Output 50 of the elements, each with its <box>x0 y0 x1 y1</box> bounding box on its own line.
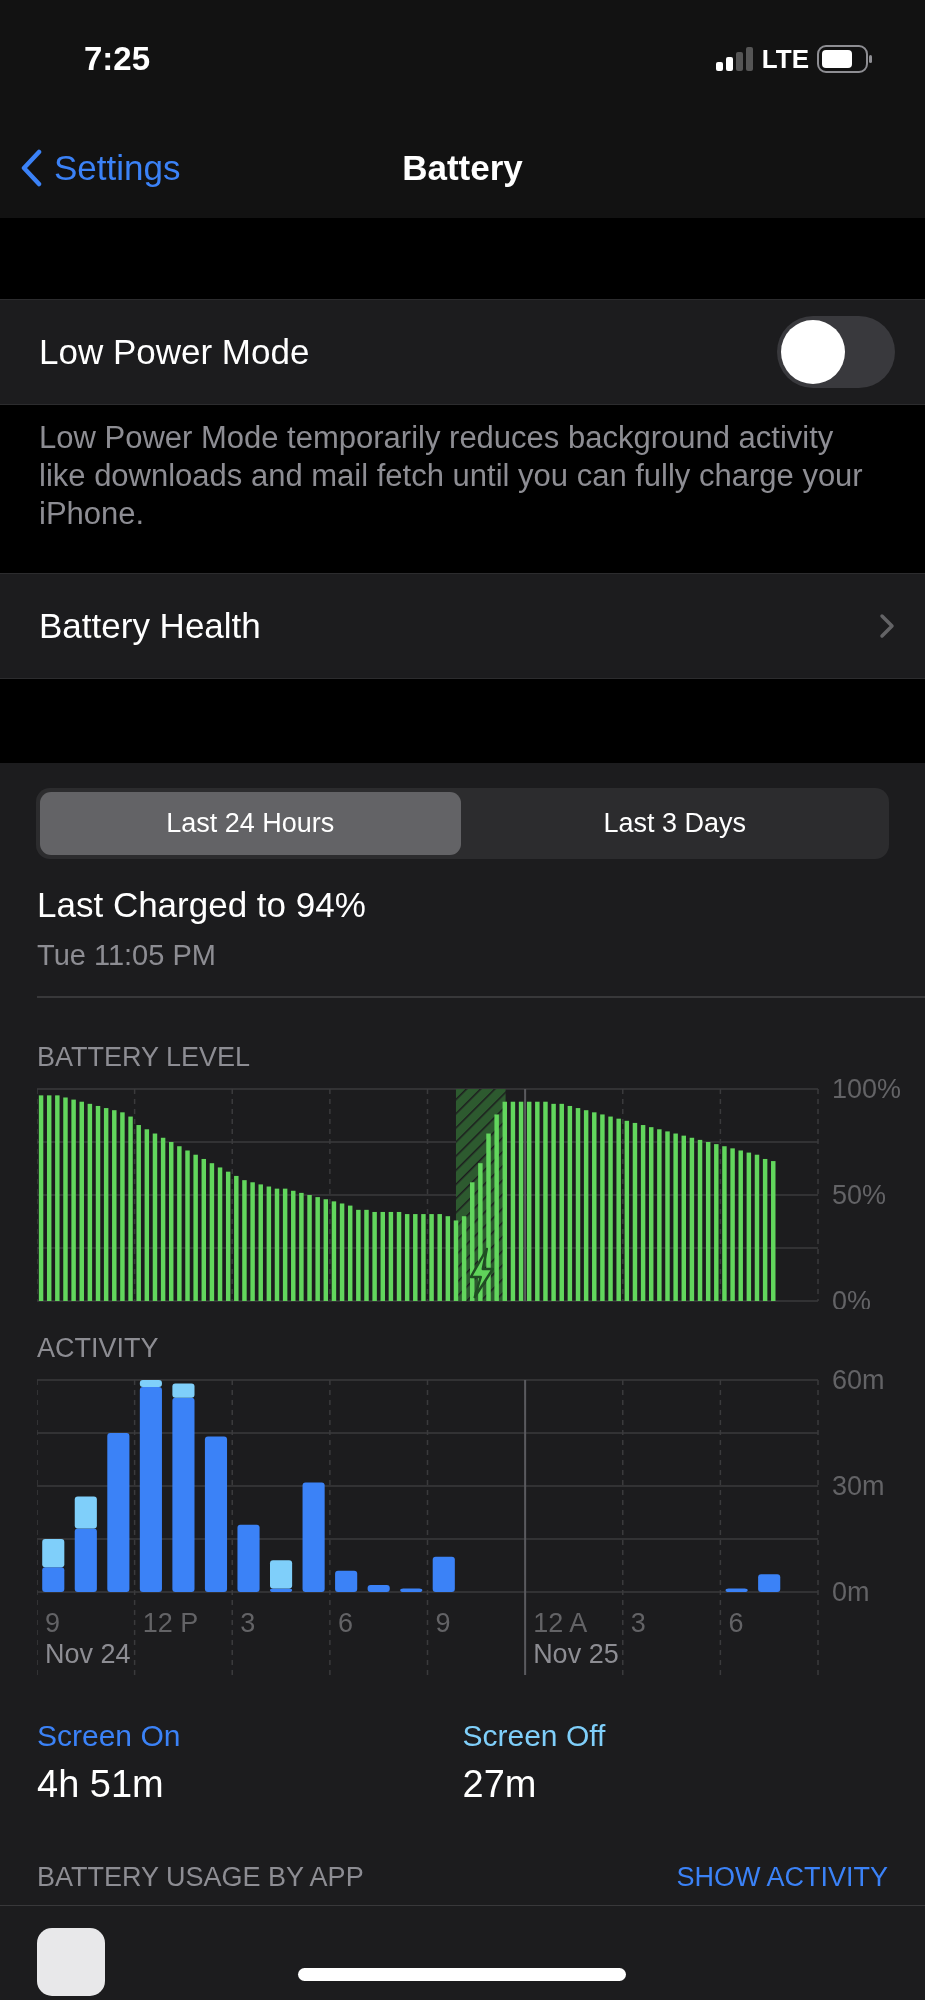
axis-label: 12 P <box>142 1607 199 1638</box>
axis-label: 3 <box>240 1607 256 1638</box>
section-header: BATTERY LEVEL <box>36 1040 252 1074</box>
activity-bar <box>725 1587 748 1592</box>
show-activity-link[interactable]: SHOW ACTIVITY <box>676 1861 888 1893</box>
last-charged-time: Tue 11:05 PM <box>37 939 217 972</box>
axis-label: 6 <box>728 1607 744 1638</box>
date-label: Nov 24 <box>45 1638 131 1669</box>
activity-bar <box>335 1570 358 1592</box>
activity-bar <box>42 1538 65 1567</box>
activity-bar <box>400 1587 423 1592</box>
duration-value: 4h 51m <box>37 1762 165 1806</box>
section-header: ACTIVITY <box>36 1331 160 1365</box>
page-title: Battery <box>402 148 523 188</box>
axis-label: 50% <box>832 1179 887 1210</box>
date-label: Nov 25 <box>533 1638 619 1669</box>
activity-bar <box>42 1566 65 1592</box>
network-label: LTE <box>761 43 809 75</box>
low-power-label: Low Power Mode <box>39 332 310 372</box>
axis-label: 3 <box>630 1607 646 1638</box>
last-charged-title: Last Charged to 94% <box>37 885 367 925</box>
axis-label: 0m <box>832 1576 870 1607</box>
activity-bar <box>367 1584 390 1592</box>
low-power-description: Low Power Mode temporarily reduces background activity like downloads and mail fetch until you can fully charge your iPhone. <box>0 405 925 573</box>
lightning-icon <box>469 1247 495 1298</box>
activity-bar <box>432 1556 455 1592</box>
status-time: 7:25 <box>84 40 151 78</box>
section-header: BATTERY USAGE BY APP <box>37 1861 364 1893</box>
axis-label: 9 <box>45 1607 61 1638</box>
segment-tab[interactable]: Last 24 Hours <box>40 792 461 855</box>
signal-icon <box>715 47 754 71</box>
back-button[interactable]: Settings <box>0 147 187 189</box>
duration-value: 27m <box>462 1762 538 1806</box>
back-chevron-icon <box>20 149 42 187</box>
axis-label: 6 <box>337 1607 353 1638</box>
axis-label: 12 A <box>533 1607 588 1638</box>
activity-bar <box>237 1524 260 1592</box>
legend-label: Screen Off <box>462 1718 607 1753</box>
app-icon[interactable] <box>37 1927 105 1996</box>
battery-health-row[interactable]: Battery Health <box>0 573 925 679</box>
axis-label: 30m <box>832 1470 885 1501</box>
activity-bar <box>758 1573 781 1592</box>
battery-health-label: Battery Health <box>39 606 261 646</box>
axis-label: 60m <box>832 1369 885 1395</box>
segment-tab[interactable]: Last 3 Days <box>464 792 885 855</box>
chevron-icon <box>879 613 895 639</box>
battery-icon <box>817 45 873 73</box>
legend-label: Screen On <box>37 1718 182 1753</box>
axis-label: 100% <box>832 1078 902 1104</box>
axis-label: 9 <box>435 1607 451 1638</box>
